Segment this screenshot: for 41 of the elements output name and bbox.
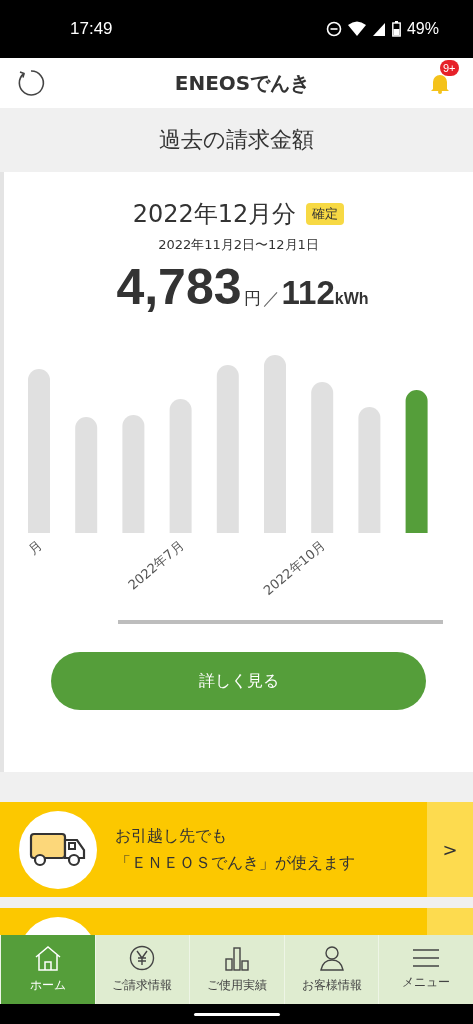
- usage-amount: 112: [281, 274, 335, 312]
- truck-icon: [29, 831, 87, 868]
- bar-chart-icon: [224, 945, 250, 971]
- yen-icon: [129, 945, 156, 971]
- gesture-handle[interactable]: [193, 1012, 280, 1016]
- app-logo: ENEOSでんき: [174, 69, 311, 97]
- separator: ／: [262, 287, 280, 310]
- usage-bar[interactable]: [75, 417, 98, 533]
- wifi-icon: [347, 21, 366, 37]
- chevron-icon: >: [442, 839, 458, 860]
- usage-unit: kWh: [334, 290, 369, 308]
- usage-bar[interactable]: [405, 390, 428, 533]
- promo-banner[interactable]: お引越し先でも 「ＥＮＥＯＳでんき」が使えます >: [0, 802, 473, 897]
- battery-icon: [391, 21, 401, 37]
- bell-icon[interactable]: [429, 72, 451, 94]
- do-not-disturb-icon: [325, 21, 342, 37]
- signal-icon: [371, 21, 386, 37]
- status-badge: 確定: [306, 203, 345, 225]
- month-label: 月: [25, 537, 45, 558]
- refresh-icon[interactable]: [16, 68, 46, 98]
- usage-bar[interactable]: [122, 415, 145, 533]
- status-time: 17:49: [70, 19, 113, 39]
- usage-bar[interactable]: [28, 369, 50, 533]
- notification-badge: 9+: [440, 60, 459, 76]
- usage-bar[interactable]: [169, 399, 192, 533]
- home-icon: [33, 945, 62, 971]
- banner-text: お引越し先でも: [115, 825, 228, 847]
- usage-bar[interactable]: [311, 382, 334, 533]
- usage-bar[interactable]: [358, 407, 381, 533]
- section-title: 過去の請求金額: [159, 126, 314, 154]
- person-icon: [318, 945, 345, 971]
- usage-bar[interactable]: [264, 355, 286, 533]
- banner-text: 「ＥＮＥＯＳでんき」が使えます: [115, 852, 356, 874]
- bill-amount: 4,783: [116, 258, 242, 316]
- date-range: 2022年11月2日〜12月1日: [158, 236, 319, 254]
- battery-percentage: 49%: [406, 20, 439, 38]
- chart-scrollbar[interactable]: [118, 620, 443, 624]
- usage-bar[interactable]: [216, 365, 239, 533]
- currency-unit: 円: [243, 287, 261, 310]
- menu-icon: [412, 948, 441, 968]
- billing-month: 2022年12月分: [132, 199, 297, 230]
